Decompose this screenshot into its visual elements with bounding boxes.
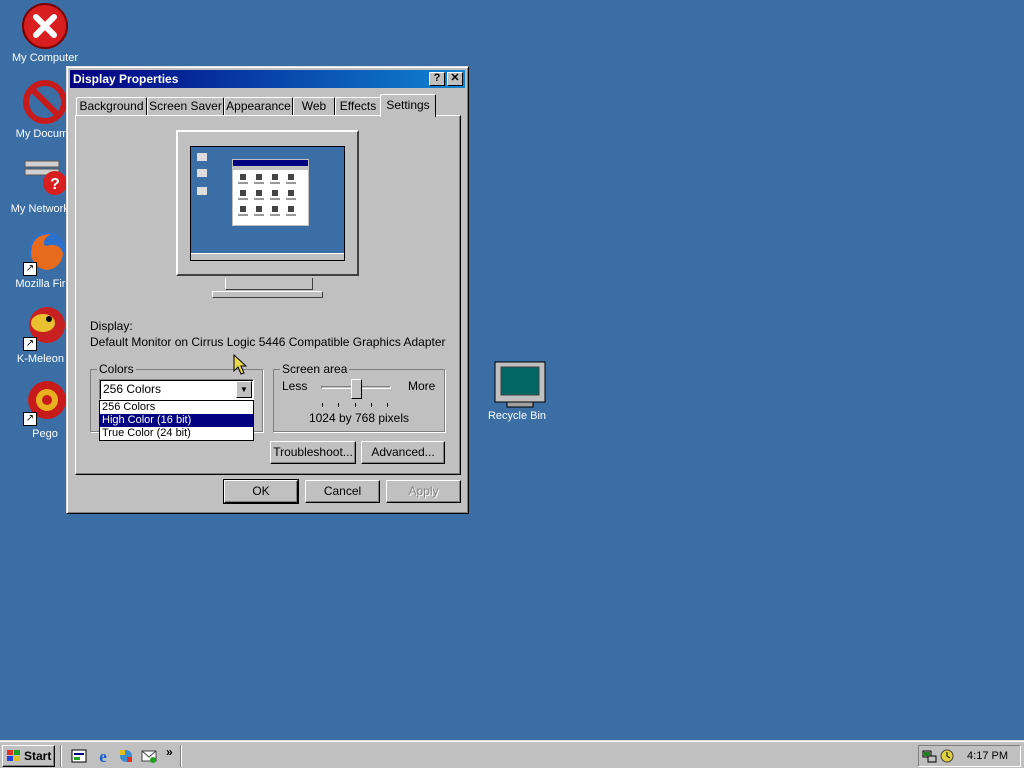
window-title: Display Properties — [73, 72, 179, 86]
network-tray-icon[interactable] — [922, 748, 938, 764]
k-meleon-icon: ↗ — [21, 303, 69, 351]
slider-tick — [338, 403, 339, 407]
chevron-down-icon[interactable]: ▼ — [236, 381, 252, 398]
colors-select-value: 256 Colors — [103, 382, 162, 396]
desktop-icon-label: Recycle Bin — [487, 410, 547, 422]
resolution-text: 1024 by 768 pixels — [308, 411, 410, 425]
desktop-icon-my-computer[interactable]: My Computer — [0, 2, 90, 64]
help-button[interactable]: ? — [429, 72, 445, 86]
title-bar[interactable]: Display Properties ? ✕ — [70, 70, 465, 88]
start-button[interactable]: Start — [2, 745, 55, 767]
tab-effects[interactable]: Effects — [335, 97, 381, 116]
taskbar-separator — [60, 745, 62, 767]
scheduler-tray-icon[interactable] — [939, 748, 955, 764]
shortcut-arrow-icon: ↗ — [23, 337, 37, 351]
slider-tick — [371, 403, 372, 407]
slider-tick — [322, 403, 323, 407]
mouse-cursor-icon — [233, 354, 248, 375]
network-question-icon: ? — [21, 153, 69, 201]
monitor-stand — [225, 278, 313, 290]
slider-more-label: More — [408, 379, 436, 393]
colors-group-label: Colors — [97, 362, 136, 376]
desktop-icon-label: My Computer — [11, 52, 79, 64]
slider-tick — [387, 403, 388, 407]
shortcut-arrow-icon: ↗ — [23, 412, 37, 426]
preview-window — [232, 159, 309, 226]
show-desktop-icon[interactable] — [70, 747, 88, 765]
colors-option-256[interactable]: 256 Colors — [100, 401, 253, 414]
tab-appearance[interactable]: Appearance — [224, 97, 293, 116]
internet-explorer-icon[interactable]: e — [94, 747, 112, 765]
taskbar: Start e » 4:17 PM — [0, 740, 1024, 768]
colors-dropdown-list: 256 Colors High Color (16 bit) True Colo… — [99, 400, 254, 441]
troubleshoot-button[interactable]: Troubleshoot... — [270, 441, 356, 464]
no-entry-icon — [21, 78, 69, 126]
cancel-button[interactable]: Cancel — [305, 480, 380, 503]
preview-taskbar — [191, 253, 344, 260]
tab-screen-saver[interactable]: Screen Saver — [147, 97, 224, 116]
windows-logo-icon — [7, 750, 20, 761]
monitor-base — [212, 291, 323, 298]
screen-area-group-label: Screen area — [280, 362, 350, 376]
quick-launch-overflow-button[interactable]: » — [166, 745, 173, 759]
preview-desktop-icon — [197, 153, 207, 161]
tab-background[interactable]: Background — [76, 97, 147, 116]
tab-web[interactable]: Web — [293, 97, 335, 116]
taskbar-separator — [180, 745, 182, 767]
apply-button[interactable]: Apply — [386, 480, 461, 503]
display-adapter-text: Default Monitor on Cirrus Logic 5446 Com… — [90, 335, 446, 349]
clock[interactable]: 4:17 PM — [967, 746, 1008, 766]
outlook-express-icon[interactable] — [140, 747, 158, 765]
close-button[interactable]: ✕ — [447, 72, 463, 86]
system-tray: 4:17 PM — [918, 745, 1021, 767]
shortcut-arrow-icon: ↗ — [23, 262, 37, 276]
desktop-icon-recycle-bin[interactable]: Recycle Bin — [472, 360, 562, 422]
screen-area-slider-thumb[interactable] — [351, 379, 362, 399]
colors-option-24bit[interactable]: True Color (24 bit) — [100, 427, 253, 440]
pego-icon: ↗ — [21, 378, 69, 426]
svg-text:?: ? — [50, 176, 60, 193]
monitor-preview-screen — [190, 146, 345, 261]
monitor-icon — [493, 360, 546, 408]
advanced-button[interactable]: Advanced... — [361, 441, 445, 464]
preview-desktop-icon — [197, 169, 207, 177]
svg-text:e: e — [99, 747, 107, 765]
slider-tick — [355, 403, 356, 407]
error-x-icon — [21, 2, 69, 50]
display-label: Display: — [90, 319, 133, 333]
tab-settings[interactable]: Settings — [380, 94, 436, 117]
colors-select[interactable]: 256 Colors ▼ — [99, 379, 254, 400]
channel-icon[interactable] — [117, 747, 135, 765]
firefox-icon: ↗ — [21, 228, 69, 276]
preview-desktop-icon — [197, 187, 207, 195]
ok-button[interactable]: OK — [223, 479, 299, 504]
start-label: Start — [24, 749, 52, 763]
slider-less-label: Less — [282, 379, 308, 393]
colors-option-16bit[interactable]: High Color (16 bit) — [100, 414, 253, 427]
